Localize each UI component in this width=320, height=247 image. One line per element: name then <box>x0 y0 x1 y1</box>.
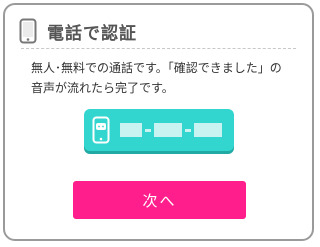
page-title: 電話で認証 <box>47 23 137 44</box>
description-text: 無人･無料での通話です。「確認できました」の 音声が流れたら完了です。 <box>31 58 301 98</box>
phone-chat-icon <box>92 116 110 144</box>
next-button[interactable]: 次へ <box>73 181 246 219</box>
description-line-1: 無人･無料での通話です。「確認できました」の <box>31 61 282 75</box>
description-line-2: 音声が流れたら完了です。 <box>31 81 174 95</box>
card-header: 電話で認証 <box>19 15 298 47</box>
obscured-phone-number <box>120 121 222 139</box>
header-divider <box>21 48 296 49</box>
call-phone-button[interactable] <box>84 109 234 151</box>
phone-icon <box>19 18 37 44</box>
